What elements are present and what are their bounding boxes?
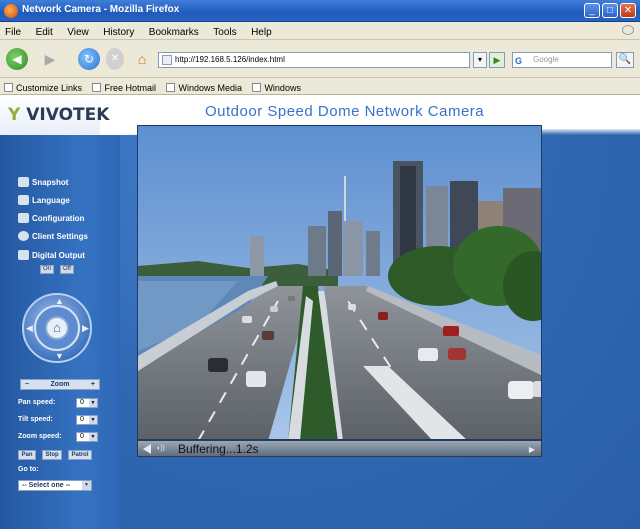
- buffering-status: Buffering...1.2s: [178, 442, 259, 456]
- tilt-speed-select[interactable]: 0 ▼: [76, 415, 98, 425]
- bookmark-icon: [92, 83, 102, 92]
- pan-speed-label: Pan speed:: [18, 399, 56, 406]
- menu-edit[interactable]: Edit: [31, 24, 58, 38]
- preset-select[interactable]: -- Select one -- ▼: [18, 480, 92, 491]
- chevron-down-icon: ▼: [89, 433, 97, 441]
- wrench-icon: [18, 213, 29, 223]
- pan-left-icon[interactable]: ◀: [26, 323, 33, 334]
- video-control-bar: ◖)) Buffering...1.2s ▶: [137, 440, 542, 457]
- reload-button[interactable]: ↻: [78, 48, 100, 70]
- page-title: Outdoor Speed Dome Network Camera: [205, 103, 485, 120]
- pan-right-icon[interactable]: ▶: [82, 323, 89, 334]
- digital-output-off-button[interactable]: Off: [60, 265, 74, 274]
- minimize-button[interactable]: _: [584, 3, 600, 18]
- zoom-label: Zoom: [50, 381, 70, 388]
- sidebar-item-snapshot[interactable]: Snapshot: [18, 177, 68, 189]
- page-content: Y VIVOTEK Outdoor Speed Dome Network Cam…: [0, 95, 640, 529]
- digital-output-on-button[interactable]: On: [40, 265, 54, 274]
- menu-view[interactable]: View: [62, 24, 94, 38]
- menu-tools[interactable]: Tools: [208, 24, 241, 38]
- sidebar-item-language[interactable]: Language: [18, 195, 70, 207]
- search-input[interactable]: G Google: [512, 52, 612, 68]
- throbber-icon: [622, 25, 634, 35]
- sidebar-item-configuration[interactable]: Configuration: [18, 213, 84, 225]
- window-titlebar: Network Camera - Mozilla Firefox _ □ ✕: [0, 0, 640, 22]
- window-title: Network Camera - Mozilla Firefox: [22, 4, 180, 15]
- bookmark-icon: [252, 83, 262, 92]
- zoom-out-button[interactable]: −: [25, 380, 29, 389]
- bookmark-customize-links[interactable]: Customize Links: [0, 80, 84, 93]
- menu-file[interactable]: File: [0, 24, 26, 38]
- zoom-speed-label: Zoom speed:: [18, 433, 62, 440]
- url-dropdown-button[interactable]: ▾: [473, 52, 487, 68]
- zoom-speed-select[interactable]: 0 ▼: [76, 432, 98, 442]
- close-button[interactable]: ✕: [620, 3, 636, 18]
- fullscreen-icon[interactable]: ▶: [529, 445, 535, 454]
- url-bar[interactable]: http://192.168.5.126/index.html: [158, 52, 470, 68]
- bookmark-windows[interactable]: Windows: [248, 80, 303, 93]
- patrol-button[interactable]: Patrol: [68, 450, 92, 460]
- logo-area: Y VIVOTEK: [0, 95, 180, 135]
- home-position-icon[interactable]: ⌂: [45, 316, 69, 340]
- play-icon[interactable]: [143, 444, 151, 454]
- zoom-control: − Zoom +: [20, 379, 100, 390]
- search-placeholder: Google: [533, 55, 559, 64]
- vivotek-logo: Y VIVOTEK: [8, 105, 110, 125]
- url-text: http://192.168.5.126/index.html: [175, 55, 285, 64]
- back-button[interactable]: ◀: [6, 48, 28, 70]
- tilt-speed-label: Tilt speed:: [18, 416, 53, 423]
- chevron-down-icon: ▼: [82, 481, 91, 490]
- output-icon: [18, 250, 29, 260]
- bookmark-icon: [166, 83, 176, 92]
- navigation-toolbar: ◀ ▶ ↻ ✕ ⌂ http://192.168.5.126/index.htm…: [0, 40, 640, 78]
- menu-history[interactable]: History: [98, 24, 139, 38]
- volume-icon[interactable]: ◖)): [156, 445, 165, 452]
- page-icon: [162, 55, 172, 65]
- maximize-button[interactable]: □: [602, 3, 618, 18]
- search-button[interactable]: 🔍: [616, 52, 634, 68]
- pan-button[interactable]: Pan: [18, 450, 36, 460]
- pan-up-icon[interactable]: ▲: [55, 296, 64, 306]
- bookmark-icon: [4, 83, 13, 92]
- forward-button[interactable]: ▶: [40, 48, 60, 70]
- pan-down-icon[interactable]: ▼: [55, 351, 64, 361]
- bookmark-windows-media[interactable]: Windows Media: [162, 80, 244, 93]
- sidebar-item-digital-output[interactable]: Digital Output: [18, 250, 85, 262]
- stop-button[interactable]: ✕: [106, 48, 124, 70]
- firefox-icon: [4, 4, 18, 18]
- go-button[interactable]: ▶: [489, 52, 505, 68]
- home-button[interactable]: ⌂: [132, 48, 152, 70]
- menu-bar: File Edit View History Bookmarks Tools H…: [0, 22, 640, 40]
- search-engine-icon[interactable]: G: [515, 54, 522, 68]
- sidebar-item-client-settings[interactable]: Client Settings: [18, 231, 88, 243]
- ptz-direction-pad[interactable]: ▲ ▼ ◀ ▶ ⌂: [22, 293, 92, 363]
- chevron-down-icon: ▼: [89, 416, 97, 424]
- language-icon: [18, 195, 29, 205]
- goto-label: Go to:: [18, 466, 39, 473]
- chevron-down-icon: ▼: [89, 399, 97, 407]
- stop-ptz-button[interactable]: Stop: [42, 450, 62, 460]
- client-icon: [18, 231, 29, 241]
- menu-bookmarks[interactable]: Bookmarks: [144, 24, 204, 38]
- bookmarks-toolbar: Customize Links Free Hotmail Windows Med…: [0, 78, 640, 95]
- pan-speed-select[interactable]: 0 ▼: [76, 398, 98, 408]
- menu-help[interactable]: Help: [246, 24, 277, 38]
- zoom-in-button[interactable]: +: [91, 380, 95, 389]
- live-video-feed[interactable]: [137, 125, 542, 440]
- video-frame: [138, 126, 541, 439]
- camera-icon: [18, 177, 29, 187]
- bookmark-free-hotmail[interactable]: Free Hotmail: [88, 80, 158, 93]
